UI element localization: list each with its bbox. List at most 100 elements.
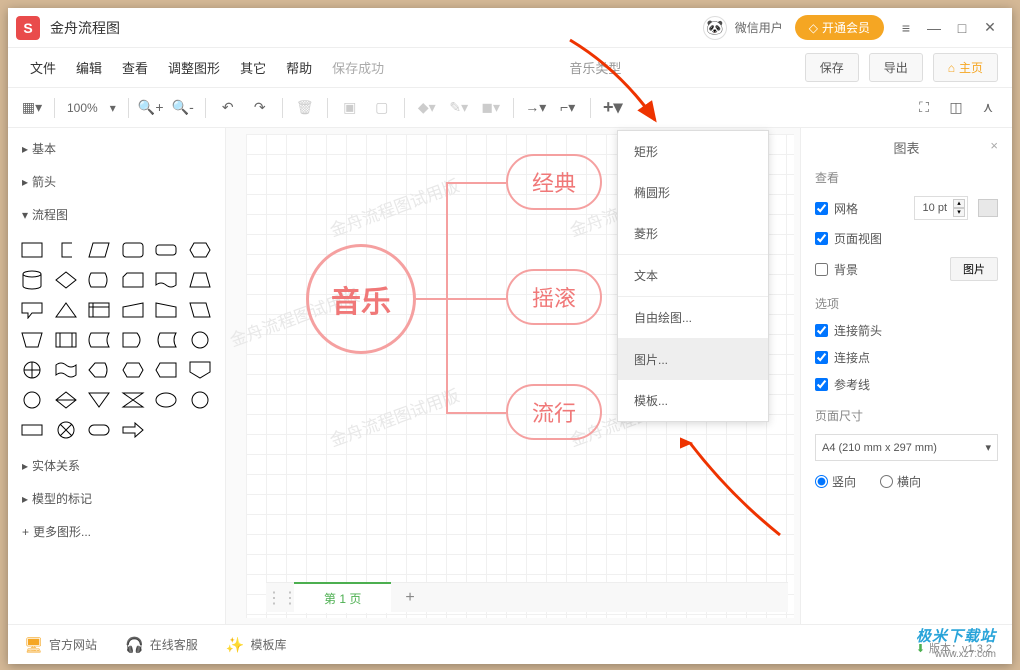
node-rock[interactable]: 摇滚 — [506, 269, 602, 325]
shape-delay[interactable] — [119, 327, 147, 353]
shape-circle3[interactable] — [186, 387, 214, 413]
menu-adjust[interactable]: 调整图形 — [160, 54, 228, 81]
shape-bracket[interactable] — [52, 237, 80, 263]
shape-cylinder[interactable] — [18, 267, 46, 293]
line-color-icon[interactable]: ✎▾ — [445, 94, 473, 122]
menu-view[interactable]: 查看 — [114, 54, 156, 81]
shape-rect2[interactable] — [18, 417, 46, 443]
shape-circle2[interactable] — [18, 387, 46, 413]
fill-icon[interactable]: ◆▾ — [413, 94, 441, 122]
connector-icon[interactable]: →▾ — [522, 94, 550, 122]
shape-manual[interactable] — [152, 357, 180, 383]
fullscreen-icon[interactable]: ⛶ — [910, 94, 938, 122]
shape-hexagon[interactable] — [186, 237, 214, 263]
node-pop[interactable]: 流行 — [506, 384, 602, 440]
checkbox-background[interactable] — [815, 263, 828, 276]
shape-parallelogram[interactable] — [85, 237, 113, 263]
shape-roundrect[interactable] — [119, 237, 147, 263]
shape-merge[interactable] — [85, 387, 113, 413]
layout-icon[interactable]: ▦▾ — [18, 94, 46, 122]
shape-triangle[interactable] — [52, 297, 80, 323]
shadow-icon[interactable]: ◼▾ — [477, 94, 505, 122]
collapse-icon[interactable]: ⋏ — [974, 94, 1002, 122]
dd-rect[interactable]: 矩形 — [618, 131, 768, 172]
footer-website[interactable]: 🖥官方网站 — [24, 636, 97, 654]
shape-card[interactable] — [119, 267, 147, 293]
panel-close-icon[interactable]: × — [990, 138, 998, 153]
shape-display2[interactable] — [85, 357, 113, 383]
redo-icon[interactable]: ↷ — [246, 94, 274, 122]
shape-sum[interactable] — [52, 417, 80, 443]
waypoint-icon[interactable]: ⌐▾ — [554, 94, 582, 122]
home-button[interactable]: ⌂主页 — [933, 53, 998, 82]
dd-image[interactable]: 图片... — [618, 339, 768, 380]
back-icon[interactable]: ▢ — [368, 94, 396, 122]
tab-handle-icon[interactable]: ⋮⋮ — [266, 588, 294, 608]
shape-skew2[interactable] — [152, 297, 180, 323]
shape-arrow[interactable] — [119, 417, 147, 443]
sidebar-more-shapes[interactable]: + 更多图形... — [12, 515, 221, 548]
step-up-icon[interactable]: ▴ — [953, 199, 965, 208]
checkbox-conn-arrow[interactable] — [815, 324, 828, 337]
zoom-in-icon[interactable]: 🔍+ — [137, 94, 165, 122]
menu-file[interactable]: 文件 — [22, 54, 64, 81]
checkbox-pageview[interactable] — [815, 232, 828, 245]
undo-icon[interactable]: ↶ — [214, 94, 242, 122]
shape-skew[interactable] — [119, 297, 147, 323]
sidebar-cat-flowchart[interactable]: ▾ 流程图 — [12, 198, 221, 231]
dd-ellipse[interactable]: 椭圆形 — [618, 172, 768, 213]
node-classic[interactable]: 经典 — [506, 154, 602, 210]
shape-trapezoid[interactable] — [186, 267, 214, 293]
dd-freehand[interactable]: 自由绘图... — [618, 297, 768, 338]
dd-text[interactable]: 文本 — [618, 255, 768, 296]
shape-roundrect2[interactable] — [152, 237, 180, 263]
zoom-out-icon[interactable]: 🔍- — [169, 94, 197, 122]
panels-icon[interactable]: ◫ — [942, 94, 970, 122]
checkbox-guide[interactable] — [815, 378, 828, 391]
shape-circle[interactable] — [186, 327, 214, 353]
dd-diamond[interactable]: 菱形 — [618, 213, 768, 254]
minimize-button[interactable]: — — [920, 14, 948, 42]
shape-diamond[interactable] — [52, 267, 80, 293]
front-icon[interactable]: ▣ — [336, 94, 364, 122]
checkbox-grid[interactable] — [815, 202, 828, 215]
menu-edit[interactable]: 编辑 — [68, 54, 110, 81]
step-down-icon[interactable]: ▾ — [953, 208, 965, 217]
grid-size-input[interactable]: 10 pt▴▾ — [914, 196, 968, 220]
bg-image-button[interactable]: 图片 — [950, 257, 998, 281]
user-avatar-icon[interactable]: 🐼 — [703, 16, 727, 40]
sidebar-cat-arrow[interactable]: ▸ 箭头 — [12, 165, 221, 198]
shape-doc[interactable] — [152, 267, 180, 293]
sidebar-cat-basic[interactable]: ▸ 基本 — [12, 132, 221, 165]
radio-landscape[interactable]: 横向 — [880, 473, 921, 490]
export-button[interactable]: 导出 — [869, 53, 923, 82]
close-button[interactable]: ✕ — [976, 14, 1004, 42]
menu-icon[interactable]: ≡ — [892, 14, 920, 42]
footer-service[interactable]: 🎧在线客服 — [125, 636, 198, 654]
save-button[interactable]: 保存 — [805, 53, 859, 82]
shape-storage[interactable] — [152, 327, 180, 353]
maximize-button[interactable]: □ — [948, 14, 976, 42]
page-size-select[interactable]: A4 (210 mm x 297 mm)▾ — [815, 434, 998, 461]
shape-callout[interactable] — [18, 297, 46, 323]
shape-subprocess[interactable] — [52, 327, 80, 353]
shape-or[interactable] — [18, 357, 46, 383]
shape-offpage[interactable] — [186, 357, 214, 383]
checkbox-conn-point[interactable] — [815, 351, 828, 364]
tab-add-button[interactable]: + — [391, 583, 428, 613]
sidebar-cat-model[interactable]: ▸ 模型的标记 — [12, 482, 221, 515]
insert-icon[interactable]: +▾ — [599, 94, 627, 122]
shape-collate[interactable] — [119, 387, 147, 413]
shape-trap2[interactable] — [18, 327, 46, 353]
shape-sort[interactable] — [52, 387, 80, 413]
tab-page-1[interactable]: 第 1 页 — [294, 582, 391, 613]
shape-internal[interactable] — [85, 297, 113, 323]
shape-parallelogram2[interactable] — [186, 297, 214, 323]
footer-templates[interactable]: ✨模板库 — [226, 636, 287, 654]
dd-template[interactable]: 模板... — [618, 380, 768, 421]
shape-display[interactable] — [85, 267, 113, 293]
shape-ellipse[interactable] — [152, 387, 180, 413]
node-music[interactable]: 音乐 — [306, 244, 416, 354]
shape-rect[interactable] — [18, 237, 46, 263]
shape-loop[interactable] — [119, 357, 147, 383]
